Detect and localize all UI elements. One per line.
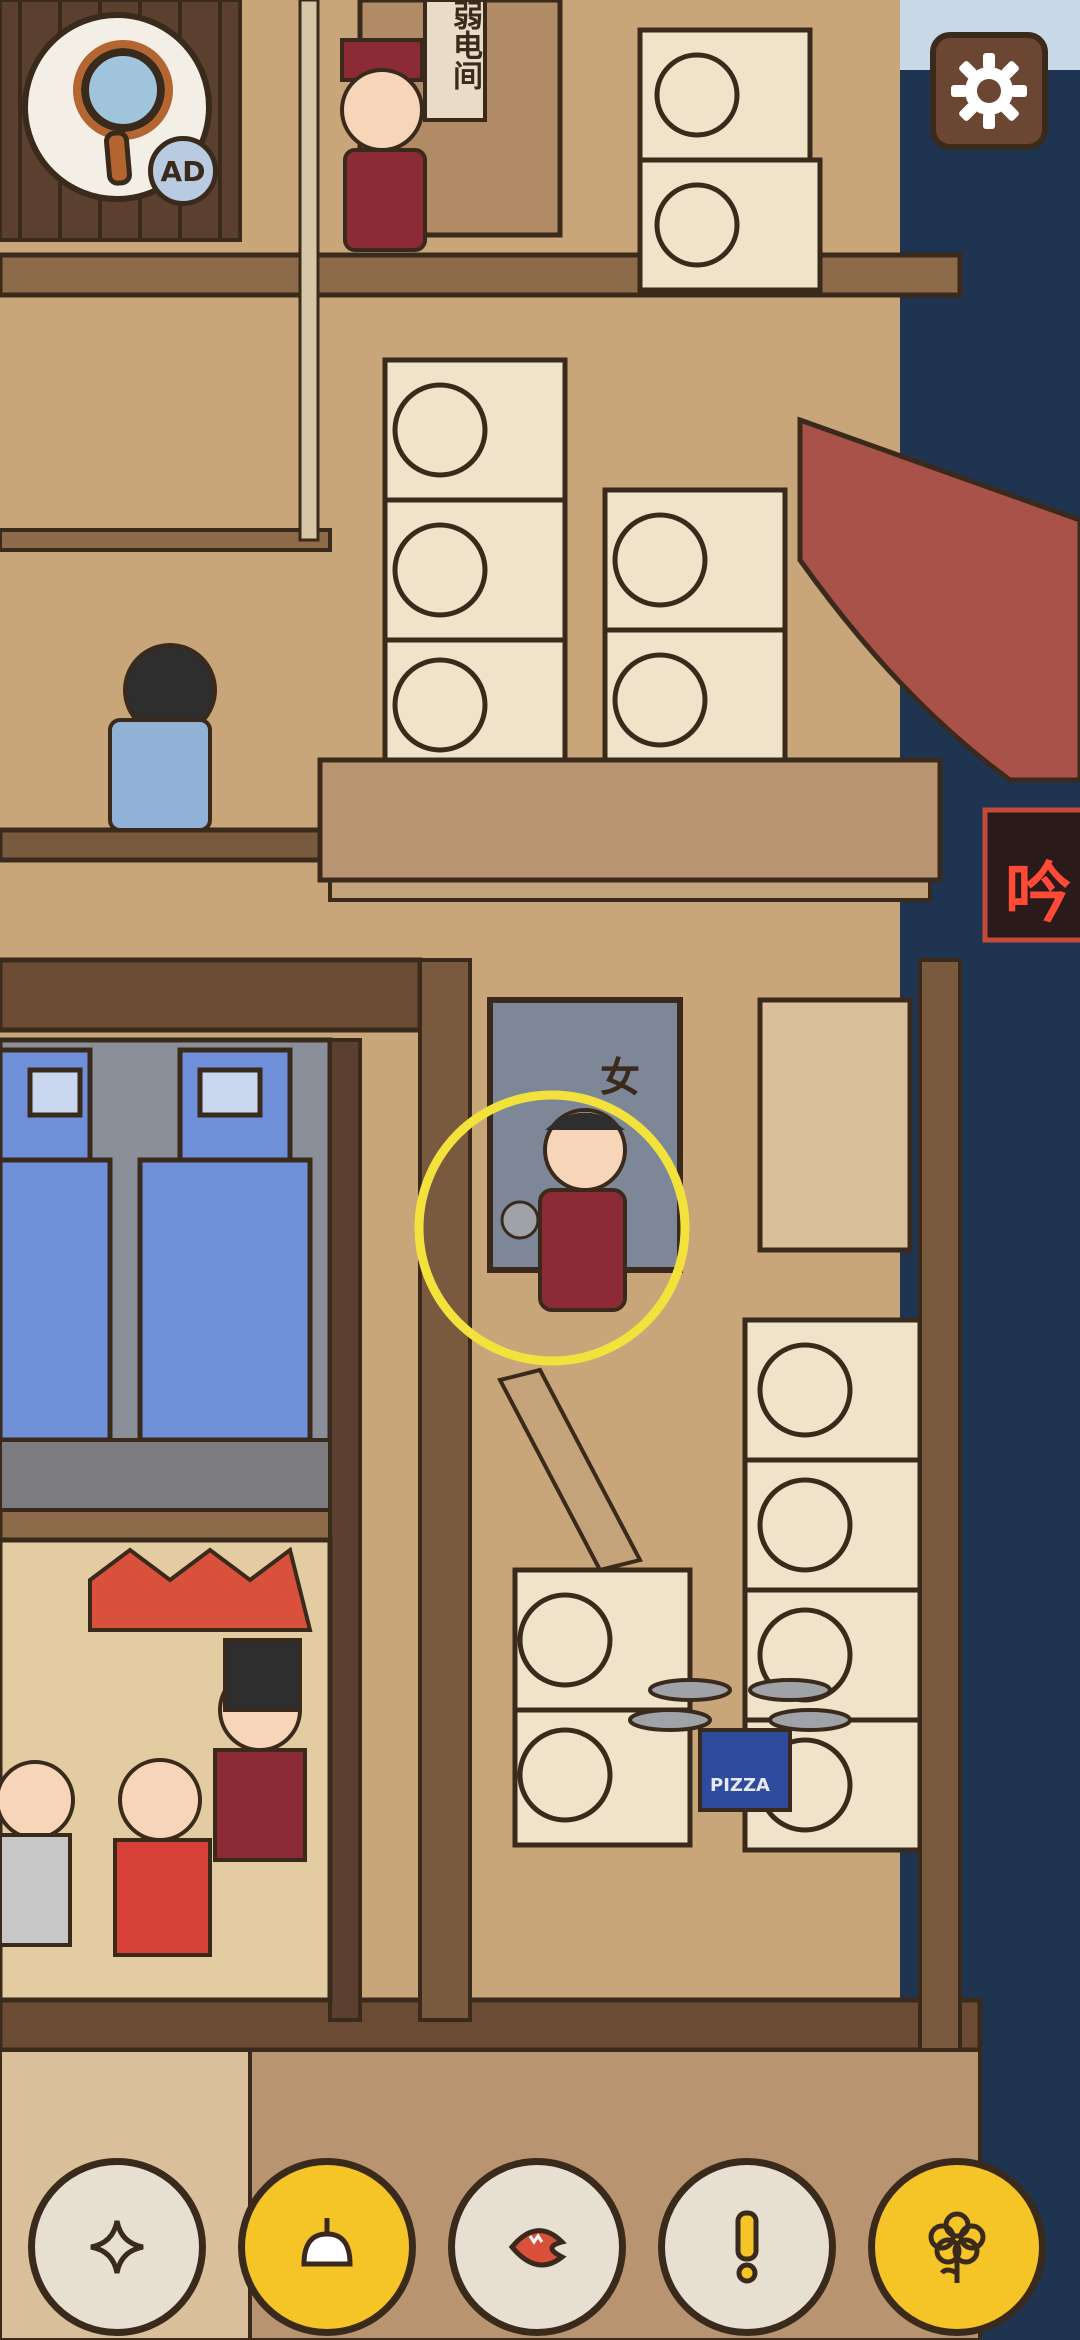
ac-unit-stack-middle (602, 487, 788, 773)
exclamation-icon (735, 2210, 759, 2284)
ad-badge: AD (148, 136, 218, 206)
hint-button[interactable]: AD (22, 12, 218, 206)
game-scene (0, 0, 1080, 2340)
exclamation-tool-button[interactable] (658, 2158, 836, 2336)
drone-box-label: PIZZA (710, 1775, 770, 1796)
electrical-room-sign: 弱电间 (447, 0, 482, 90)
flower-icon (928, 2211, 986, 2283)
gear-icon (951, 53, 1027, 129)
mouth-tool-button[interactable] (448, 2158, 626, 2336)
restroom-sign: 女 (600, 1055, 640, 1101)
lamp-icon (301, 2218, 353, 2267)
ac-unit-stack-top-right (637, 27, 823, 293)
sparkle-icon (90, 2220, 144, 2274)
open-mouth-icon (508, 2228, 567, 2268)
neon-sign-text: 吟 (1005, 855, 1071, 932)
sparkle-tool-button[interactable] (28, 2158, 206, 2336)
ac-unit-stack-left (382, 357, 568, 773)
ac-unit-stack-lower-left (512, 1567, 693, 1848)
settings-button[interactable] (930, 32, 1048, 150)
flower-tool-button[interactable] (868, 2158, 1046, 2336)
lamp-tool-button[interactable] (238, 2158, 416, 2336)
